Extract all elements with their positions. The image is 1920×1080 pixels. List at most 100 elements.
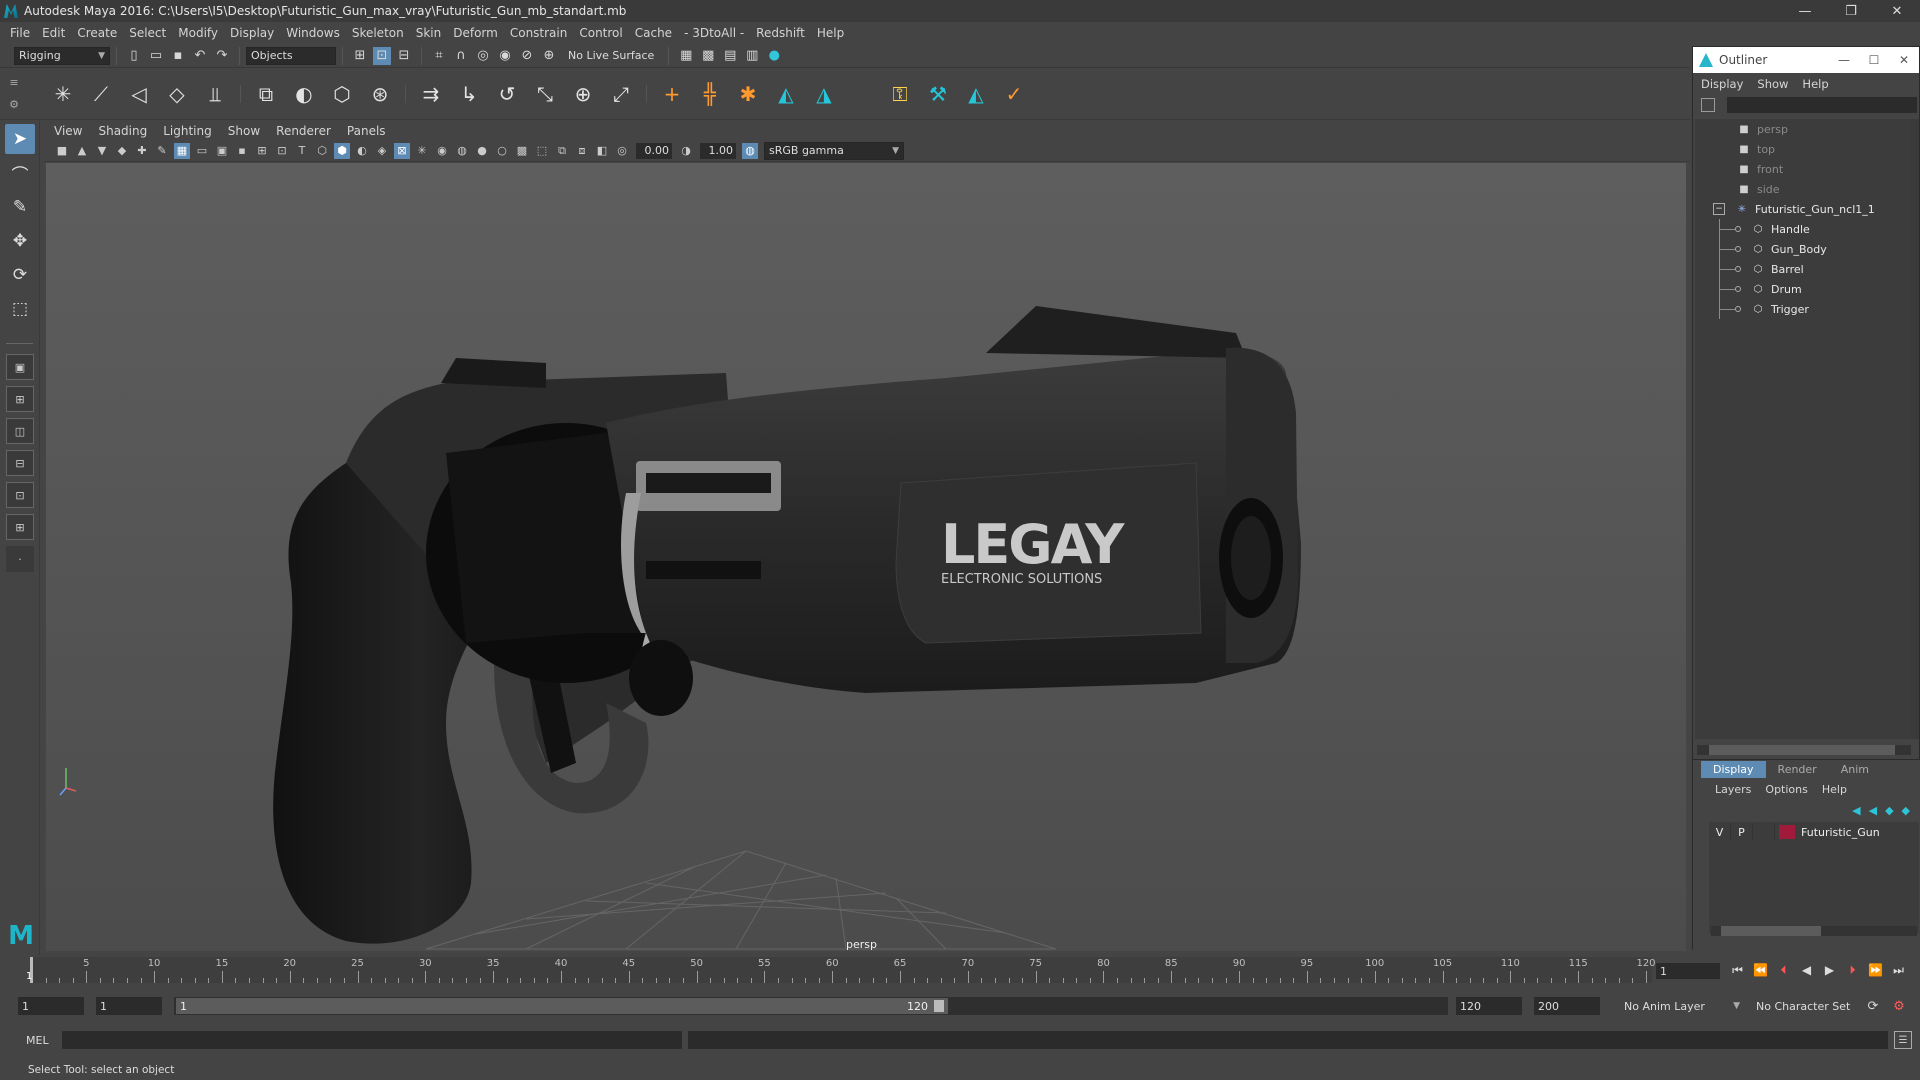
outliner-menu-help[interactable]: Help <box>1802 77 1828 91</box>
start-time-field[interactable]: 1 <box>18 997 84 1015</box>
outliner-search-input[interactable] <box>1727 97 1917 113</box>
insert-joint-icon[interactable]: ◇ <box>160 77 194 111</box>
outliner-item-persp[interactable]: ■ persp <box>1695 119 1913 139</box>
parent-constraint-icon[interactable]: ⇉ <box>414 77 448 111</box>
ik-fk-icon[interactable]: ╬ <box>693 77 727 111</box>
redo-icon[interactable]: ↷ <box>213 47 231 65</box>
smooth-shade-icon[interactable]: ⬢ <box>334 142 350 159</box>
paint-select-tool-icon[interactable]: ✎ <box>5 192 35 222</box>
persp-graph-layout-icon[interactable]: ⊟ <box>6 450 34 476</box>
safe-title-icon[interactable]: T <box>294 143 310 159</box>
move-layer-up-icon[interactable]: ◀ <box>1852 804 1860 817</box>
anim-layer-dropdown[interactable]: No Anim Layer ▼ <box>1620 997 1744 1015</box>
image-plane-icon[interactable]: ◆ <box>114 143 130 159</box>
paint-weights-icon[interactable]: ◐ <box>287 77 321 111</box>
go-to-start-icon[interactable]: ⏮ <box>1726 959 1749 981</box>
outliner-close-button[interactable]: ✕ <box>1889 53 1919 67</box>
menu-file[interactable]: File <box>10 26 30 40</box>
menu-3dtoall[interactable]: - 3DtoAll - <box>684 26 744 40</box>
menu-cache[interactable]: Cache <box>635 26 672 40</box>
gamma-icon[interactable]: ◑ <box>678 143 694 159</box>
lattice-icon[interactable]: ⬡ <box>325 77 359 111</box>
select-by-component-icon[interactable]: ⊟ <box>395 47 413 65</box>
isolate-select-icon[interactable]: ⬚ <box>534 143 550 159</box>
xray-joints-icon[interactable]: ⧉ <box>554 143 570 159</box>
two-d-pan-icon[interactable]: ✚ <box>134 143 150 159</box>
outliner-menu-show[interactable]: Show <box>1757 77 1788 91</box>
layer-menu-layers[interactable]: Layers <box>1715 783 1751 796</box>
xray-active-icon[interactable]: ⧈ <box>574 143 590 159</box>
textured-icon[interactable]: ◈ <box>374 143 390 159</box>
motion-blur-icon[interactable]: ◍ <box>454 143 470 159</box>
select-tool-icon[interactable]: ➤ <box>5 124 35 154</box>
menu-select[interactable]: Select <box>129 26 166 40</box>
character-controls-icon[interactable]: ◭ <box>769 77 803 111</box>
outliner-minimize-button[interactable]: — <box>1829 53 1859 67</box>
play-forward-icon[interactable]: ▶ <box>1818 959 1841 981</box>
outliner-vertical-scrollbar[interactable] <box>1911 119 1919 739</box>
outliner-horizontal-scrollbar[interactable] <box>1697 745 1911 755</box>
all-lights-icon[interactable]: ⊠ <box>394 142 410 159</box>
menu-set-dropdown[interactable]: Rigging ▼ <box>14 46 110 65</box>
camera-icon[interactable]: ■ <box>54 143 70 159</box>
viewport-menu-show[interactable]: Show <box>228 124 260 138</box>
move-tool-icon[interactable]: ✥ <box>5 226 35 256</box>
snap-grid-icon[interactable]: ⌗ <box>430 47 448 65</box>
locator-icon[interactable]: + <box>655 77 689 111</box>
bookmark-icon[interactable]: ▼ <box>94 143 110 159</box>
anti-aliasing-icon[interactable]: ● <box>474 143 490 159</box>
menu-help[interactable]: Help <box>817 26 844 40</box>
safe-action-icon[interactable]: ⊡ <box>274 143 290 159</box>
rotate-tool-icon[interactable]: ⟳ <box>5 260 35 290</box>
step-forward-key-icon[interactable]: ⏩ <box>1864 959 1887 981</box>
character-set-dropdown[interactable]: No Character Set <box>1752 997 1862 1015</box>
outliner-item-barrel[interactable]: ⬡ Barrel <box>1695 259 1913 279</box>
menu-constrain[interactable]: Constrain <box>510 26 568 40</box>
single-pane-layout-icon[interactable]: ▣ <box>6 354 34 380</box>
tab-anim[interactable]: Anim <box>1829 761 1881 778</box>
play-backward-icon[interactable]: ◀ <box>1795 959 1818 981</box>
outliner-item-group[interactable]: − ✳ Futuristic_Gun_ncl1_1 <box>1695 199 1913 219</box>
open-scene-icon[interactable]: ▭ <box>147 47 165 65</box>
new-scene-icon[interactable]: ▯ <box>125 47 143 65</box>
end-time-field[interactable]: 200 <box>1534 997 1600 1015</box>
menu-windows[interactable]: Windows <box>286 26 340 40</box>
command-input[interactable] <box>62 1031 682 1049</box>
driven-key-icon[interactable]: ⚿ <box>883 77 917 111</box>
outliner-item-handle[interactable]: ⬡ Handle <box>1695 219 1913 239</box>
hypershade-layout-icon[interactable]: ⊞ <box>6 514 34 540</box>
film-gate-icon[interactable]: ▭ <box>194 143 210 159</box>
outliner-maximize-button[interactable]: ☐ <box>1859 53 1889 67</box>
blendshape-icon[interactable]: ⚒ <box>921 77 955 111</box>
step-forward-frame-icon[interactable]: ⏵ <box>1841 959 1864 981</box>
wire-deformer-icon[interactable]: ✓ <box>997 77 1031 111</box>
layer-menu-help[interactable]: Help <box>1822 783 1847 796</box>
menu-deform[interactable]: Deform <box>453 26 498 40</box>
layer-display-type-toggle[interactable] <box>1753 823 1775 841</box>
bind-skin-icon[interactable]: ⧉ <box>249 77 283 111</box>
snap-surface-icon[interactable]: ⊘ <box>518 47 536 65</box>
layer-visibility-toggle[interactable]: V <box>1709 823 1731 841</box>
cluster-icon[interactable]: ⊛ <box>363 77 397 111</box>
xray-icon[interactable]: ▩ <box>514 143 530 159</box>
shape-editor-icon[interactable]: ◭ <box>959 77 993 111</box>
scrollbar-thumb[interactable] <box>1721 926 1821 936</box>
outliner-item-gun-body[interactable]: ⬡ Gun_Body <box>1695 239 1913 259</box>
collapse-icon[interactable]: − <box>1713 203 1725 215</box>
minimize-button[interactable]: — <box>1782 0 1828 22</box>
scale-constraint-icon[interactable]: ⤡ <box>528 77 562 111</box>
menu-edit[interactable]: Edit <box>42 26 65 40</box>
current-frame-field[interactable]: 1 <box>1656 963 1720 979</box>
camera-attributes-icon[interactable]: ▲ <box>74 143 90 159</box>
animation-preferences-icon[interactable]: ⚙ <box>1890 997 1908 1015</box>
outliner-item-drum[interactable]: ⬡ Drum <box>1695 279 1913 299</box>
default-lighting-icon[interactable]: ◐ <box>354 143 370 159</box>
viewport-menu-shading[interactable]: Shading <box>98 124 147 138</box>
outliner-item-top[interactable]: ■ top <box>1695 139 1913 159</box>
layer-horizontal-scrollbar[interactable] <box>1711 926 1917 936</box>
outliner-item-front[interactable]: ■ front <box>1695 159 1913 179</box>
depth-of-field-icon[interactable]: ○ <box>494 143 510 159</box>
shelf-menu-icon[interactable]: ≡ <box>9 76 18 89</box>
step-back-key-icon[interactable]: ⏪ <box>1749 959 1772 981</box>
outliner-menu-display[interactable]: Display <box>1701 77 1743 91</box>
